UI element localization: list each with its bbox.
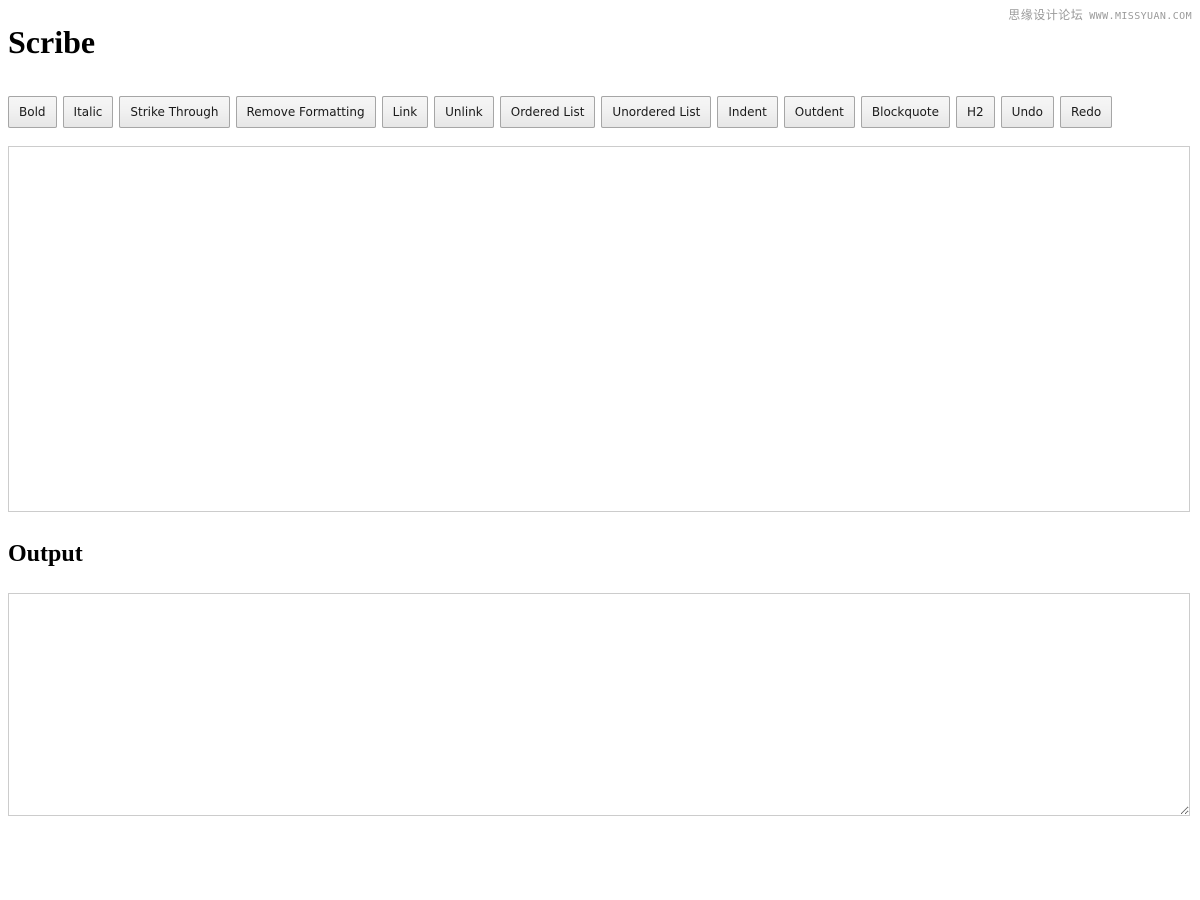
page-container: Scribe Bold Italic Strike Through Remove Fo… [8, 0, 1192, 816]
toolbar-button-ordered-list[interactable]: Ordered List [499, 96, 596, 128]
page-title: Scribe [8, 24, 96, 60]
toolbar-button-redo[interactable]: Redo [1060, 96, 1113, 128]
toolbar-button-strike-through[interactable]: Strike Through [119, 96, 230, 128]
toolbar-button-bold[interactable]: Bold [8, 96, 57, 128]
toolbar-button-h2[interactable]: H2 [955, 96, 995, 128]
toolbar-button-unlink[interactable]: Unlink [434, 96, 494, 128]
formatting-toolbar: Bold Italic Strike Through Remove Formattin… [8, 96, 1192, 128]
toolbar-button-unordered-list[interactable]: Unordered List [601, 96, 712, 128]
toolbar-button-remove-formatting[interactable]: Remove Formatting [235, 96, 376, 128]
toolbar-button-undo[interactable]: Undo [1000, 96, 1055, 128]
output-heading: Output [8, 541, 83, 567]
output-textarea[interactable] [8, 593, 1190, 816]
toolbar-button-link[interactable]: Link [381, 96, 429, 128]
toolbar-button-indent[interactable]: Indent [717, 96, 778, 128]
toolbar-button-blockquote[interactable]: Blockquote [860, 96, 950, 128]
rich-text-editor[interactable] [8, 146, 1190, 512]
output-section-header: Output [8, 542, 1192, 566]
toolbar-button-italic[interactable]: Italic [62, 96, 114, 128]
toolbar-button-outdent[interactable]: Outdent [783, 96, 855, 128]
